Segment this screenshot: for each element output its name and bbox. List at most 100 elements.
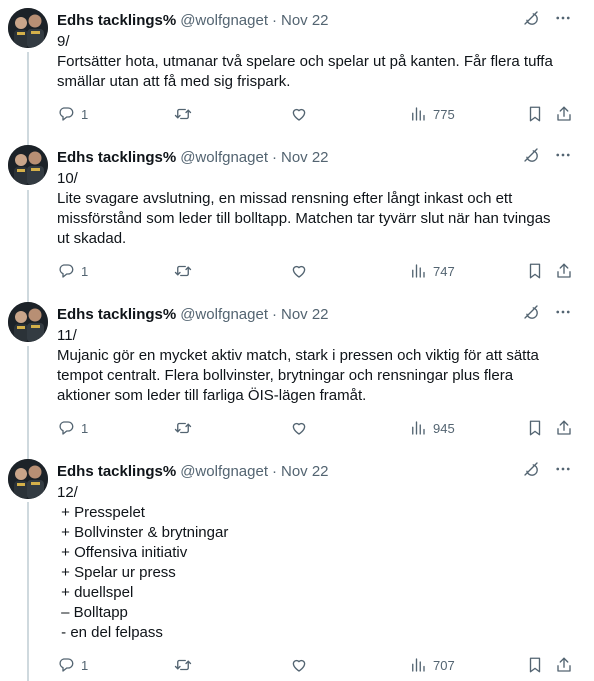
reply-button[interactable]: 1	[57, 656, 88, 674]
views-button[interactable]: 747	[409, 262, 455, 280]
tweet-text-line: 9/	[57, 33, 70, 50]
grok-icon[interactable]	[522, 460, 540, 478]
author-handle[interactable]: @wolfgnaget	[180, 149, 268, 166]
tweet-date[interactable]: Nov 22	[281, 463, 329, 480]
tweet-actions: 1 945	[57, 418, 577, 438]
retweet-button[interactable]	[174, 262, 192, 280]
share-button[interactable]	[555, 419, 573, 437]
more-icon[interactable]	[554, 460, 572, 478]
views-icon	[412, 658, 425, 672]
views-button[interactable]: 945	[409, 419, 455, 437]
more-icon[interactable]	[554, 9, 572, 27]
author-handle[interactable]: @wolfgnaget	[180, 463, 268, 480]
views-icon	[412, 107, 425, 121]
bookmark-button[interactable]	[526, 262, 544, 280]
tweet-text-line: + Bollvinster & brytningar	[57, 524, 229, 541]
tweet-text-line: – Bolltapp	[57, 604, 128, 621]
tweet-top-actions	[522, 460, 572, 478]
like-icon	[292, 108, 306, 121]
author-name[interactable]: Edhs tacklings%	[57, 463, 176, 480]
author-name[interactable]: Edhs tacklings%	[57, 306, 176, 323]
share-button[interactable]	[555, 656, 573, 674]
tweet-text-line: tempot centralt. Flera bollvinster, bryt…	[57, 367, 514, 384]
share-button[interactable]	[555, 105, 573, 123]
avatar[interactable]	[8, 302, 48, 342]
share-icon	[557, 106, 571, 121]
retweet-button[interactable]	[174, 105, 192, 123]
separator-dot: ·	[271, 11, 277, 29]
author-handle[interactable]: @wolfgnaget	[180, 306, 268, 323]
share-icon	[557, 263, 571, 278]
retweet-icon	[174, 659, 192, 671]
grok-icon[interactable]	[522, 146, 540, 164]
more-icon[interactable]	[554, 146, 572, 164]
tweet-text: 10/Lite svagare avslutning, en missad re…	[57, 169, 577, 249]
reply-button[interactable]: 1	[57, 262, 88, 280]
like-icon	[292, 265, 306, 278]
retweet-button[interactable]	[174, 419, 192, 437]
share-icon	[557, 420, 571, 435]
tweet-date[interactable]: Nov 22	[281, 12, 329, 29]
tweet-text-line: + Offensiva initiativ	[57, 544, 188, 561]
bookmark-button[interactable]	[526, 105, 544, 123]
avatar[interactable]	[8, 459, 48, 499]
like-button[interactable]	[290, 656, 308, 674]
reply-icon	[59, 264, 74, 278]
retweet-icon	[174, 422, 192, 434]
views-count: 945	[433, 420, 455, 436]
bookmark-icon	[529, 420, 541, 436]
views-button[interactable]: 775	[409, 105, 455, 123]
reply-count: 1	[81, 106, 89, 122]
author-name[interactable]: Edhs tacklings%	[57, 149, 176, 166]
like-button[interactable]	[290, 262, 308, 280]
author-name[interactable]: Edhs tacklings%	[57, 12, 176, 29]
bookmark-button[interactable]	[526, 419, 544, 437]
tweet-text-line: + duellspel	[57, 584, 134, 601]
tweet-date[interactable]: Nov 22	[281, 149, 329, 166]
tweet-text: 12/ + Presspelet + Bollvinster & brytnin…	[57, 483, 577, 643]
separator-dot: ·	[271, 462, 277, 480]
tweet[interactable]: Edhs tacklings% @wolfgnaget · Nov 22 12/ + P…	[0, 451, 594, 681]
reply-button[interactable]: 1	[57, 419, 88, 437]
like-button[interactable]	[290, 105, 308, 123]
tweet-text-line: Mujanic gör en mycket aktiv match, stark…	[57, 347, 539, 364]
bookmark-icon	[529, 657, 541, 673]
reply-button[interactable]: 1	[57, 105, 88, 123]
avatar-image	[8, 302, 48, 342]
tweet-actions: 1 775	[57, 104, 577, 124]
grok-icon[interactable]	[522, 9, 540, 27]
tweet-text: 11/Mujanic gör en mycket aktiv match, st…	[57, 326, 577, 406]
tweet[interactable]: Edhs tacklings% @wolfgnaget · Nov 22 11/Muja…	[0, 294, 594, 452]
share-button[interactable]	[555, 262, 573, 280]
separator-dot: ·	[271, 148, 277, 166]
tweet-header: Edhs tacklings% @wolfgnaget · Nov 22	[57, 148, 329, 166]
avatar[interactable]	[8, 8, 48, 48]
tweet-text-line: Fortsätter hota, utmanar två spelare och…	[57, 53, 553, 70]
tweet-top-actions	[522, 146, 572, 164]
tweet-top-actions	[522, 9, 572, 27]
author-handle[interactable]: @wolfgnaget	[180, 12, 268, 29]
bookmark-button[interactable]	[526, 656, 544, 674]
tweet-text-line: + Presspelet	[57, 504, 145, 521]
reply-icon	[59, 658, 74, 672]
more-icon[interactable]	[554, 303, 572, 321]
views-count: 775	[433, 106, 455, 122]
avatar[interactable]	[8, 145, 48, 185]
avatar-image	[8, 8, 48, 48]
retweet-icon	[174, 265, 192, 277]
separator-dot: ·	[271, 305, 277, 323]
bookmark-icon	[529, 106, 541, 122]
tweet-date[interactable]: Nov 22	[281, 306, 329, 323]
like-button[interactable]	[290, 419, 308, 437]
tweet[interactable]: Edhs tacklings% @wolfgnaget · Nov 22 9/Forts…	[0, 0, 594, 144]
tweet-text-line: 12/	[57, 484, 78, 501]
retweet-button[interactable]	[174, 656, 192, 674]
views-icon	[412, 421, 425, 435]
views-button[interactable]: 707	[409, 656, 455, 674]
avatar-image	[8, 459, 48, 499]
tweet-text-line: aktioner som leder till farliga ÖIS-läge…	[57, 387, 367, 404]
grok-icon[interactable]	[522, 303, 540, 321]
tweet-actions: 1 747	[57, 261, 577, 281]
views-count: 707	[433, 657, 455, 673]
tweet[interactable]: Edhs tacklings% @wolfgnaget · Nov 22 10/Lite…	[0, 137, 594, 295]
